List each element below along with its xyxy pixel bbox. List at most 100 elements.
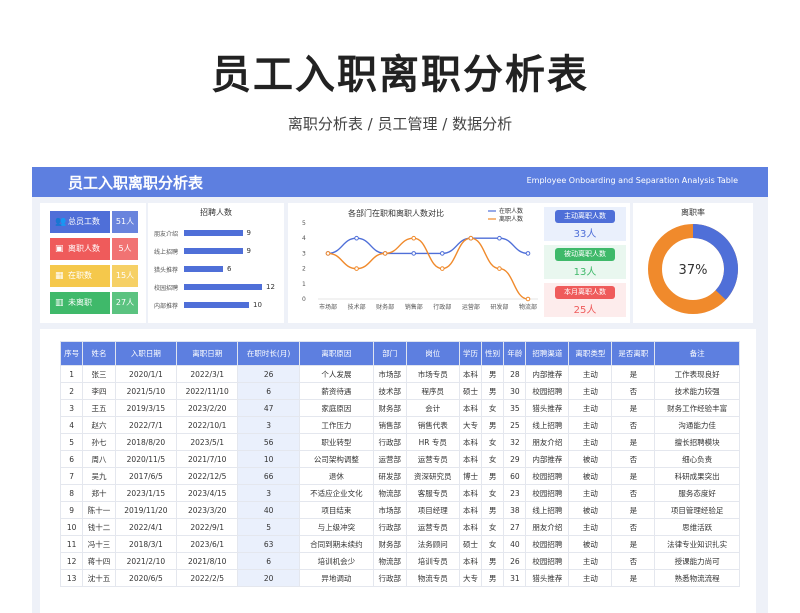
table-cell: 校园招聘 <box>525 484 570 502</box>
table-cell: 2019/11/20 <box>114 501 178 519</box>
stat-card-value: 27人 <box>112 292 138 314</box>
table-cell: 1 <box>59 365 84 383</box>
table-cell: 40 <box>237 501 300 519</box>
table-cell: 博士 <box>458 467 483 485</box>
table-cell: 2022/7/1 <box>114 416 178 434</box>
table-cell: 2022/2/5 <box>176 569 239 587</box>
rate-value: 37% <box>679 263 708 278</box>
table-cell: 主动 <box>568 552 613 570</box>
table-cell: 2022/4/1 <box>114 518 178 536</box>
table-cell: 沟通能力佳 <box>654 416 740 434</box>
table-cell: 市场部 <box>373 501 407 519</box>
table-row[interactable]: 2 李四 2021/5/10 2022/11/10 6 薪资待遇 技术部 程序员 硕士男 30 校园… <box>59 382 740 400</box>
table-cell: 行政部 <box>373 433 407 451</box>
table-cell: 法务顾问 <box>405 535 460 553</box>
y-tick-label: 0 <box>302 296 306 303</box>
legend-label: 在职人数 <box>499 207 523 215</box>
x-tick-label: 技术部 <box>348 303 366 311</box>
table-cell: 程序员 <box>405 382 460 400</box>
table-cell: 主动 <box>568 518 613 536</box>
summary-box: 本月离职人数 25人 <box>544 283 626 317</box>
table-cell: 郑十 <box>82 484 116 502</box>
stats-panel: 总员工数 👥 51人 离职人数 ▣ 5人 在职数 ▦ 15人 未离职 ▥ 27人 <box>40 203 146 323</box>
summary-value: 33人 <box>573 229 597 240</box>
table-cell: 市场部 <box>373 365 407 383</box>
table-cell: 女 <box>481 399 505 417</box>
table-cell: 大专 <box>458 569 483 587</box>
table-cell: 猎头推荐 <box>525 399 570 417</box>
table-row[interactable]: 1 张三 2020/1/1 2022/3/1 26 个人发展 市场部 市场专员 本科男 28 内部推… <box>59 365 740 383</box>
x-tick-label: 销售部 <box>405 303 423 311</box>
table-row[interactable]: 13 沈十五 2020/6/5 2022/2/5 20 异地调动 行政部 物流专员 大专男 31 猎… <box>59 569 740 587</box>
table-row[interactable]: 9 陈十一 2019/11/20 2023/3/20 40 项目结束 市场部 项目经理 本科男 3… <box>59 501 740 519</box>
table-cell: 项目经理 <box>405 501 460 519</box>
table-cell: 资深研究员 <box>405 467 460 485</box>
table-row[interactable]: 8 郑十 2023/1/15 2023/4/15 3 不适应企业文化 物流部 客服专员 本科女 2… <box>59 484 740 502</box>
spreadsheet: 员工入职离职分析表 Employee Onboarding and Separa… <box>32 167 768 613</box>
recruit-bar-value: 9 <box>246 229 251 237</box>
recruit-bar <box>184 302 249 308</box>
column-header: 姓名 <box>82 341 116 366</box>
stat-card-value: 15人 <box>112 265 138 287</box>
table-cell: 财务部 <box>373 535 407 553</box>
table-cell: 2021/8/10 <box>176 552 239 570</box>
table-cell: 男 <box>481 416 505 434</box>
table-cell: 3 <box>237 416 300 434</box>
recruit-bar <box>184 284 262 290</box>
table-cell: 法律专业知识扎实 <box>654 535 740 553</box>
series-point <box>354 266 359 271</box>
table-cell: 否 <box>611 450 656 468</box>
summary-value: 25人 <box>573 305 597 316</box>
table-cell: 个人发展 <box>298 365 375 383</box>
column-header: 序号 <box>59 341 84 366</box>
series-point <box>497 266 502 271</box>
table-cell: 28 <box>503 365 527 383</box>
legend-label: 离职人数 <box>499 215 523 223</box>
table-row[interactable]: 10 钱十二 2022/4/1 2022/9/1 5 与上级冲突 行政部 运营专员 本科女 27 朋… <box>59 518 740 536</box>
table-cell: 家庭原因 <box>298 399 375 417</box>
table-cell: 2023/6/1 <box>176 535 239 553</box>
table-row[interactable]: 6 周八 2020/11/5 2021/7/10 10 公司架构调整 运营部 运营专员 本科女 2… <box>59 450 740 468</box>
table-row[interactable]: 5 孙七 2018/8/20 2023/5/1 56 职业转型 行政部 HR 专员 本科女 32 朋… <box>59 433 740 451</box>
table-cell: 物流部 <box>373 552 407 570</box>
table-row[interactable]: 7 吴九 2017/6/5 2022/12/5 66 退休 研发部 资深研究员 博士男 60 校园招… <box>59 467 740 485</box>
briefcase-icon: ▣ <box>55 244 64 254</box>
table-cell: 2022/3/1 <box>176 365 239 383</box>
y-tick-label: 5 <box>302 220 306 227</box>
recruit-bar-value: 10 <box>253 301 262 309</box>
table-cell: 40 <box>503 535 527 553</box>
column-header: 招聘渠道 <box>525 341 570 366</box>
table-cell: 技术部 <box>373 382 407 400</box>
table-cell: 细心负责 <box>654 450 740 468</box>
table-cell: 男 <box>481 365 505 383</box>
recruit-bar-label: 猎头推荐 <box>154 267 179 274</box>
table-cell: 女 <box>481 450 505 468</box>
column-header: 性别 <box>481 341 505 366</box>
table-row[interactable]: 12 蒋十四 2021/2/10 2021/8/10 6 培训机会少 物流部 培训专员 本科男 2… <box>59 552 740 570</box>
table-cell: 13 <box>59 569 84 587</box>
table-cell: 2023/1/15 <box>114 484 178 502</box>
table-cell: 27 <box>503 518 527 536</box>
table-cell: 本科 <box>458 552 483 570</box>
table-cell: 4 <box>59 416 84 434</box>
table-cell: 本科 <box>458 433 483 451</box>
table-cell: 内部推荐 <box>525 365 570 383</box>
recruit-bar-label: 内部推荐 <box>154 303 179 310</box>
table-cell: 职业转型 <box>298 433 375 451</box>
table-row[interactable]: 11 冯十三 2018/3/1 2023/6/1 63 合同到期未续约 财务部 法务顾问 硕士女… <box>59 535 740 553</box>
table-row[interactable]: 4 赵六 2022/7/1 2022/10/1 3 工作压力 销售部 销售代表 大专男 25 线上招… <box>59 416 740 434</box>
table-cell: 2019/3/15 <box>114 399 178 417</box>
table-cell: 校园招聘 <box>525 382 570 400</box>
table-cell: 否 <box>611 552 656 570</box>
table-cell: 项目管理经验足 <box>654 501 740 519</box>
bar-chart-icon: ▥ <box>55 298 64 308</box>
table-cell: 培训专员 <box>405 552 460 570</box>
table-cell: 陈十一 <box>82 501 116 519</box>
table-cell: 运营部 <box>373 450 407 468</box>
table-row[interactable]: 3 王五 2019/3/15 2023/2/20 47 家庭原因 财务部 会计 本科女 35 猎头推… <box>59 399 740 417</box>
series-point <box>382 251 388 256</box>
summary-label: 本月离职人数 <box>555 286 615 299</box>
table-cell: 授课能力尚可 <box>654 552 740 570</box>
column-header: 岗位 <box>405 341 460 366</box>
table-cell: 26 <box>237 365 300 383</box>
